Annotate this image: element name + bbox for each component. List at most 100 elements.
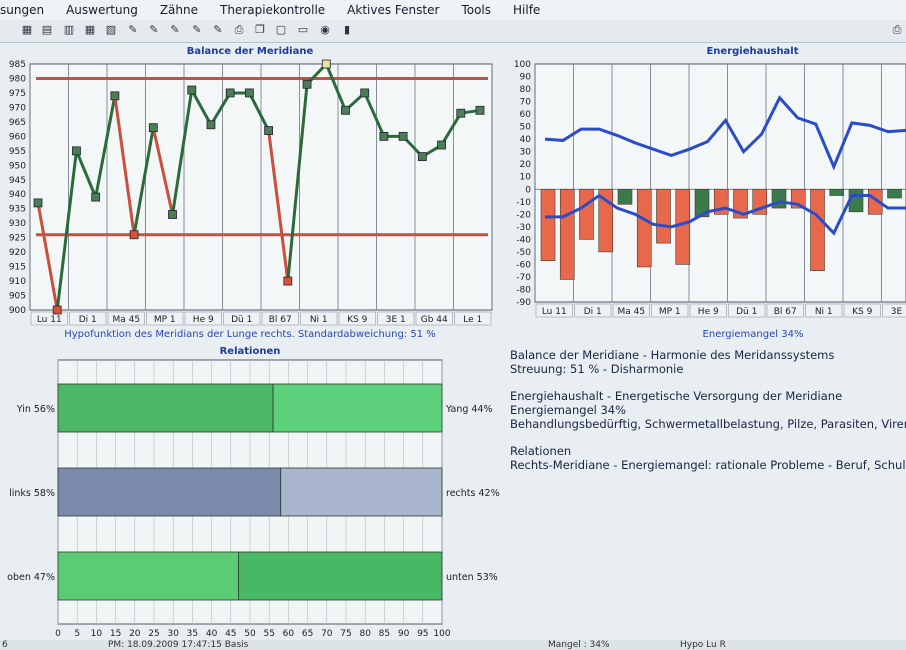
y-tick-label: 0 <box>525 185 531 195</box>
y-tick-label: 915 <box>9 263 26 273</box>
energy-bar <box>675 188 691 265</box>
energy-bar <box>559 188 575 280</box>
y-tick-label: 960 <box>9 132 26 142</box>
clipboard-icon[interactable]: ▢ <box>274 23 288 37</box>
y-tick-label: 80 <box>520 85 532 95</box>
energie-title: Energiehaushalt <box>706 46 799 57</box>
pencil-icon[interactable]: ✎ <box>190 23 204 37</box>
x-tick-label: KS 9 <box>852 307 872 317</box>
printer-icon[interactable]: ⎙ <box>232 23 246 37</box>
bottle-icon[interactable]: ▮ <box>340 23 354 37</box>
data-point <box>264 126 274 135</box>
x-tick-label: He 9 <box>698 307 719 317</box>
y-tick-label: 925 <box>9 234 26 244</box>
balance-caption: Hypofunktion des Meridians der Lunge rec… <box>64 329 436 340</box>
pencil-icon[interactable]: ✎ <box>126 23 140 37</box>
y-tick-label: 20 <box>520 160 532 170</box>
data-point <box>321 59 331 69</box>
y-tick-label: -90 <box>516 298 531 308</box>
info-line: Behandlungsbedürftig, Schwermetallbelast… <box>510 417 906 431</box>
x-tick-label: 20 <box>129 629 141 639</box>
x-tick-label: 55 <box>263 629 274 639</box>
y-tick-label: 910 <box>9 277 26 287</box>
x-tick-label: 80 <box>359 629 371 639</box>
info-line: Relationen <box>510 444 572 458</box>
info-panel: Balance der Meridiane - Harmonie des Mer… <box>510 348 906 472</box>
y-tick-label: 10 <box>520 173 532 183</box>
x-tick-label: MP 1 <box>154 315 176 325</box>
battery-icon[interactable]: ▭ <box>296 23 310 37</box>
menu-item-hilfe[interactable]: Hilfe <box>513 3 540 17</box>
toolbar: ▦ ▤ ▥ ▦ ▧ ✎ ✎ ✎ ✎ ✎ ⎙ ❐ ▢ ▭ ◉ ▮ ⎙ <box>0 20 906 43</box>
energy-bar <box>656 188 671 244</box>
y-tick-label: -40 <box>516 235 531 245</box>
status-bar: 6 PM: 18.09.2009 17:47:15 Basis Mangel :… <box>0 640 906 650</box>
x-tick-label: Di 1 <box>584 307 602 317</box>
copy-icon[interactable]: ❐ <box>253 23 267 37</box>
table-icon[interactable]: ▦ <box>83 23 97 37</box>
energy-bar <box>810 188 825 271</box>
x-tick-label: Dü 1 <box>231 315 252 325</box>
grid-icon[interactable]: ▦ <box>20 23 34 37</box>
pencil-icon[interactable]: ✎ <box>211 23 225 37</box>
data-point <box>148 123 158 133</box>
menu-item-aktives-fenster[interactable]: Aktives Fenster <box>347 3 439 17</box>
pencil-icon[interactable]: ✎ <box>168 23 182 37</box>
y-tick-label: 945 <box>9 176 26 186</box>
data-point <box>168 210 177 219</box>
relation-bar-left <box>57 383 274 433</box>
x-tick-label: Gb 44 <box>421 315 448 325</box>
menu-item-settings[interactable]: sungen <box>0 3 44 17</box>
x-tick-label: Ni 1 <box>310 315 328 325</box>
x-tick-label: 70 <box>321 629 333 639</box>
scan-icon[interactable]: ▤ <box>40 23 54 37</box>
balance-title: Balance der Meridiane <box>186 46 314 57</box>
status-mangel: Mangel : 34% <box>548 640 610 650</box>
data-point <box>283 276 293 286</box>
x-tick-label: 30 <box>167 629 179 639</box>
energie-caption: Energiemangel 34% <box>702 329 804 340</box>
x-tick-label: 0 <box>55 629 61 639</box>
y-tick-label: 985 <box>9 60 26 70</box>
x-tick-label: 75 <box>340 629 351 639</box>
menu-item-zaehne[interactable]: Zähne <box>160 3 198 17</box>
info-line: Balance der Meridiane - Harmonie des Mer… <box>510 348 835 362</box>
eye-icon[interactable]: ◉ <box>318 23 332 37</box>
x-tick-label: 5 <box>74 629 80 639</box>
x-tick-label: Le 1 <box>463 315 482 325</box>
x-tick-label: 15 <box>110 629 121 639</box>
info-line: Energiemangel 34% <box>510 403 627 417</box>
energy-bar <box>636 188 652 268</box>
relation-bar-right <box>272 383 443 433</box>
data-point <box>72 146 81 156</box>
y-tick-label: -10 <box>516 198 531 208</box>
menu-item-tools[interactable]: Tools <box>461 3 491 17</box>
energie-chart: 1009080706050403020100-10-20-30-40-50-60… <box>514 60 906 318</box>
relation-left-label: links 58% <box>9 488 55 499</box>
relation-left-label: oben 47% <box>7 572 55 583</box>
x-tick-label: KS 9 <box>347 315 367 325</box>
data-point <box>360 88 370 98</box>
bars-icon[interactable]: ▥ <box>62 23 76 37</box>
status-date: PM: 18.09.2009 17:47:15 Basis <box>108 640 249 650</box>
y-tick-label: 30 <box>520 148 532 158</box>
data-point <box>341 105 350 115</box>
menu-item-auswertung[interactable]: Auswertung <box>66 3 138 17</box>
relation-bar-right <box>238 551 443 601</box>
x-tick-label: 35 <box>187 629 198 639</box>
data-point <box>129 230 139 240</box>
printer-icon[interactable]: ⎙ <box>890 23 904 37</box>
menu-item-therapiekontrolle[interactable]: Therapiekontrolle <box>220 3 325 17</box>
y-tick-label: 905 <box>9 292 26 302</box>
data-point <box>437 140 446 150</box>
y-tick-label: 900 <box>9 306 26 316</box>
pencil-icon[interactable]: ✎ <box>147 23 161 37</box>
data-point <box>225 88 235 98</box>
x-tick-label: Dü 1 <box>736 307 757 317</box>
chart-icon[interactable]: ▧ <box>104 23 118 37</box>
y-tick-label: 100 <box>514 60 531 70</box>
x-tick-label: 60 <box>283 629 295 639</box>
info-line: Rechts-Meridiane - Energiemangel: ration… <box>510 458 906 472</box>
